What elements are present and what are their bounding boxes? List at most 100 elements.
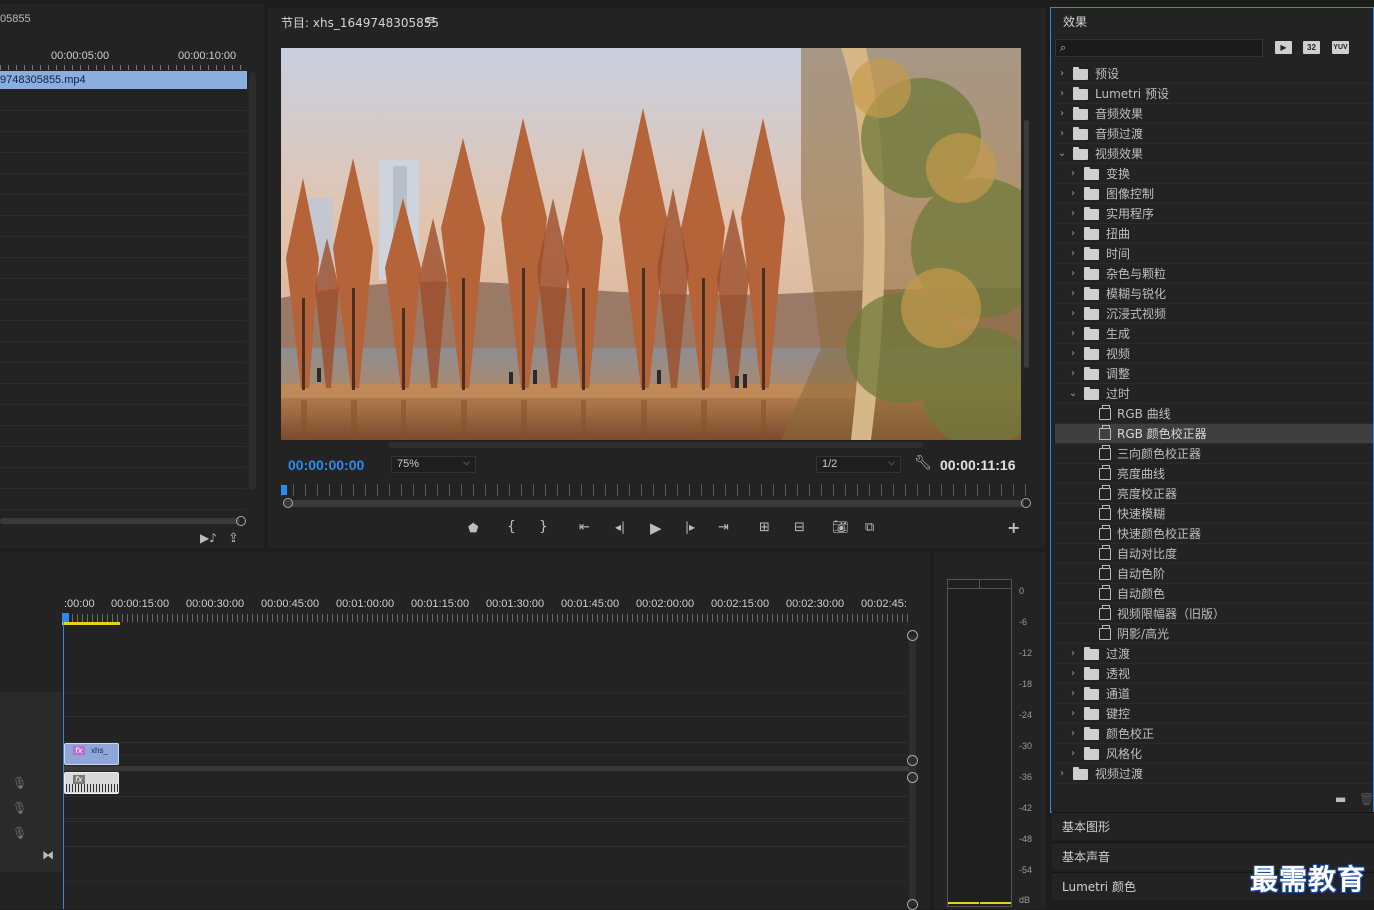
chevron-right-icon[interactable]: › xyxy=(1057,124,1067,144)
insert-icon[interactable]: ▶♪ xyxy=(200,531,217,545)
chevron-right-icon[interactable]: › xyxy=(1068,344,1078,364)
mini-ruler[interactable] xyxy=(281,484,1026,496)
zoom-select[interactable]: 75% ⌵ xyxy=(391,456,476,473)
step-forward-icon[interactable]: |▸ xyxy=(685,520,695,534)
effects-tree-item[interactable]: 自动颜色 xyxy=(1055,584,1373,604)
mic-icon[interactable]: 🎙︎ xyxy=(12,776,27,790)
effects-tree-item[interactable]: RGB 颜色校正器 xyxy=(1055,424,1373,444)
vscroll-handle[interactable] xyxy=(907,772,918,783)
playhead-top[interactable] xyxy=(62,613,69,622)
effects-tree-item[interactable]: ⌄ 过时 xyxy=(1055,384,1373,404)
audio-clip[interactable]: fx xyxy=(64,772,119,794)
go-to-in-icon[interactable]: ⇤ xyxy=(579,520,590,535)
playhead-marker[interactable] xyxy=(281,485,287,495)
effects-tree-item[interactable]: › 透视 xyxy=(1055,664,1373,684)
chevron-right-icon[interactable]: › xyxy=(1068,304,1078,324)
effects-search-input[interactable] xyxy=(1074,41,1260,55)
resolution-select[interactable]: 1/2 ⌵ xyxy=(816,456,901,473)
chevron-right-icon[interactable]: › xyxy=(1057,84,1067,104)
effects-tree-item[interactable]: › 视频 xyxy=(1055,344,1373,364)
timeline-vscroll[interactable] xyxy=(909,636,916,906)
vscroll-handle[interactable] xyxy=(907,899,918,910)
source-clip-bar[interactable]: 9748305855.mp4 xyxy=(0,71,247,89)
yuv-icon[interactable]: YUV xyxy=(1332,41,1349,54)
effects-tree-item[interactable]: › 视频过渡 xyxy=(1055,764,1373,784)
effects-tree-item[interactable]: › 沉浸式视频 xyxy=(1055,304,1373,324)
chevron-right-icon[interactable]: › xyxy=(1068,704,1078,724)
chevron-right-icon[interactable]: › xyxy=(1068,744,1078,764)
chevron-right-icon[interactable]: › xyxy=(1068,164,1078,184)
extract-icon[interactable]: ⊟ xyxy=(794,520,805,535)
marker-icon[interactable]: ⬟ xyxy=(468,521,478,535)
mark-out-icon[interactable]: } xyxy=(539,519,548,535)
32-bit-icon[interactable]: 32 xyxy=(1303,41,1320,54)
effects-tree-item[interactable]: › 图像控制 xyxy=(1055,184,1373,204)
effects-tree-item[interactable]: › 实用程序 xyxy=(1055,204,1373,224)
effects-search[interactable]: ⌕ xyxy=(1055,39,1263,57)
monitor-hscroll[interactable] xyxy=(388,442,923,448)
chevron-right-icon[interactable]: › xyxy=(1068,644,1078,664)
trash-icon[interactable]: 🗑︎ xyxy=(1359,792,1374,806)
effects-tree-item[interactable]: › 预设 xyxy=(1055,64,1373,84)
vscroll-handle[interactable] xyxy=(907,630,918,641)
chevron-right-icon[interactable]: › xyxy=(1068,364,1078,384)
effects-tree-item[interactable]: › 时间 xyxy=(1055,244,1373,264)
effects-tree-item[interactable]: › 杂色与颗粒 xyxy=(1055,264,1373,284)
effects-tree-item[interactable]: › 过渡 xyxy=(1055,644,1373,664)
effects-tree-item[interactable]: RGB 曲线 xyxy=(1055,404,1373,424)
camera-icon[interactable]: 📷︎ xyxy=(832,520,849,535)
effects-tree-item[interactable]: › 调整 xyxy=(1055,364,1373,384)
effects-tree-item[interactable]: › 变换 xyxy=(1055,164,1373,184)
chevron-right-icon[interactable]: › xyxy=(1057,64,1067,84)
add-icon[interactable]: + xyxy=(1007,518,1020,537)
effects-tree-item[interactable]: › Lumetri 预设 xyxy=(1055,84,1373,104)
new-folder-icon[interactable]: ▬ xyxy=(1335,792,1346,806)
export-icon[interactable]: ⇪ xyxy=(228,531,239,546)
chevron-right-icon[interactable]: › xyxy=(1068,684,1078,704)
effects-tree-item[interactable]: › 生成 xyxy=(1055,324,1373,344)
chevron-right-icon[interactable]: › xyxy=(1068,664,1078,684)
chevron-right-icon[interactable]: › xyxy=(1068,224,1078,244)
compare-icon[interactable]: ⧉ xyxy=(865,520,874,535)
effects-tree-item[interactable]: 自动对比度 xyxy=(1055,544,1373,564)
effects-tree-item[interactable]: › 音频过渡 xyxy=(1055,124,1373,144)
effects-tree-item[interactable]: › 音频效果 xyxy=(1055,104,1373,124)
section-essential-graphics[interactable]: 基本图形 xyxy=(1052,812,1374,840)
go-to-out-icon[interactable]: ⇥ xyxy=(718,520,729,535)
play-icon[interactable]: ▶ xyxy=(650,519,662,537)
chevron-right-icon[interactable]: › xyxy=(1057,104,1067,124)
chevron-right-icon[interactable]: › xyxy=(1057,764,1067,784)
chevron-right-icon[interactable]: › xyxy=(1068,324,1078,344)
chevron-right-icon[interactable]: › xyxy=(1068,204,1078,224)
mini-scrollbar[interactable] xyxy=(284,500,1024,507)
vscroll-handle[interactable] xyxy=(907,755,918,766)
hamburger-icon[interactable]: ≡ xyxy=(425,13,436,28)
source-zoom-bar[interactable] xyxy=(0,518,240,524)
timecode-current[interactable]: 00:00:00:00 xyxy=(288,457,364,473)
chevron-right-icon[interactable]: › xyxy=(1068,724,1078,744)
chevron-down-icon[interactable]: ⌄ xyxy=(1068,384,1078,404)
effects-tree-item[interactable]: 阴影/高光 xyxy=(1055,624,1373,644)
accelerated-effects-icon[interactable]: ▶ xyxy=(1275,41,1292,54)
effects-tree-item[interactable]: › 扭曲 xyxy=(1055,224,1373,244)
effects-tree-item[interactable]: 快速颜色校正器 xyxy=(1055,524,1373,544)
mini-scroll-left[interactable] xyxy=(283,498,293,508)
wrench-icon[interactable]: 🔧︎ xyxy=(914,455,932,471)
track-divider[interactable] xyxy=(64,766,910,771)
effects-tree-item[interactable]: › 键控 xyxy=(1055,704,1373,724)
lift-icon[interactable]: ⊞ xyxy=(759,520,770,535)
chevron-right-icon[interactable]: › xyxy=(1068,244,1078,264)
video-clip[interactable]: fx xhs_ xyxy=(64,743,119,765)
work-area-bar[interactable] xyxy=(62,622,120,625)
effects-tree-item[interactable]: ⌄ 视频效果 xyxy=(1055,144,1373,164)
effects-tree-item[interactable]: 快速模糊 xyxy=(1055,504,1373,524)
chevron-right-icon[interactable]: › xyxy=(1068,284,1078,304)
step-back-icon[interactable]: ◂| xyxy=(615,520,625,534)
effects-tree-item[interactable]: › 模糊与锐化 xyxy=(1055,284,1373,304)
monitor-scrollbar[interactable] xyxy=(1024,120,1029,368)
chevron-right-icon[interactable]: › xyxy=(1068,184,1078,204)
effects-tree-item[interactable]: 亮度校正器 xyxy=(1055,484,1373,504)
effects-tree-item[interactable]: 亮度曲线 xyxy=(1055,464,1373,484)
chevron-right-icon[interactable]: › xyxy=(1068,264,1078,284)
effects-tree-item[interactable]: › 颜色校正 xyxy=(1055,724,1373,744)
